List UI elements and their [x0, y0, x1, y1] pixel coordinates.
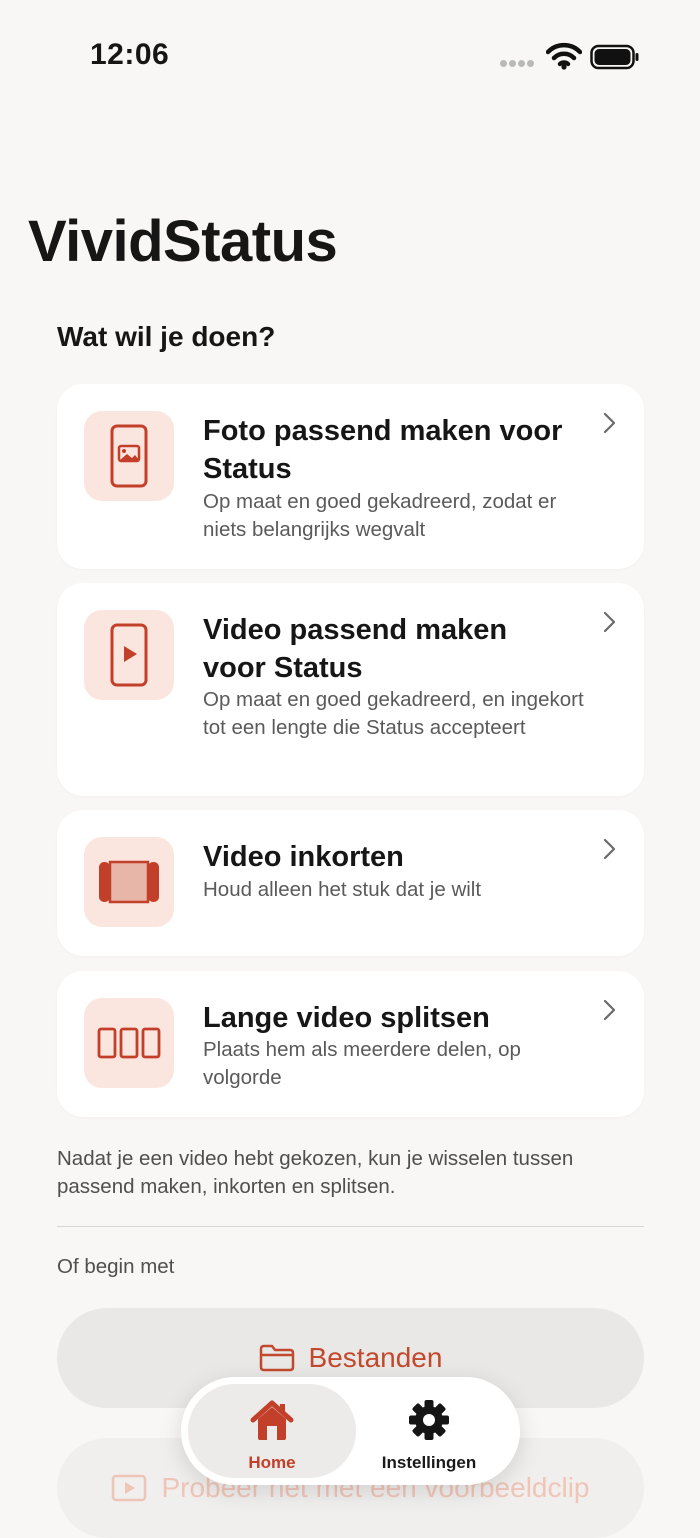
card-title: Foto passend maken voor Status — [203, 415, 563, 485]
cellular-signal-icon — [500, 60, 536, 68]
info-text: Nadat je een video hebt gekozen, kun je … — [57, 1147, 574, 1198]
split-icon — [97, 1027, 161, 1059]
divider — [57, 1226, 644, 1227]
video-trim-tile — [84, 837, 174, 927]
app-title: VividStatus — [28, 209, 338, 274]
wifi-icon — [546, 42, 582, 70]
card-description: Op maat en goed gekadreerd, zodat er nie… — [203, 490, 557, 541]
phone-video-icon — [110, 623, 148, 687]
play-rect-icon — [112, 1474, 147, 1502]
card-title: Lange video splitsen — [203, 1002, 490, 1034]
tab-settings[interactable]: Instellingen — [345, 1384, 513, 1478]
card-description: Plaats hem als meerdere delen, op volgor… — [203, 1038, 521, 1089]
card-video-trim[interactable]: Video inkorten Houd alleen het stuk dat … — [57, 810, 644, 956]
begin-label: Of begin met — [57, 1255, 175, 1278]
trim-icon — [99, 860, 159, 904]
card-video-split[interactable]: Lange video splitsen Plaats hem als meer… — [57, 971, 644, 1117]
tab-home[interactable]: Home — [188, 1384, 356, 1478]
card-video-fit[interactable]: Video passend maken voor Status Op maat … — [57, 583, 644, 796]
tab-bar: Home Instellingen — [181, 1377, 520, 1485]
gear-icon — [409, 1400, 449, 1440]
card-title: Video inkorten — [203, 841, 404, 873]
folder-icon — [259, 1344, 294, 1372]
status-time: 12:06 — [90, 38, 170, 71]
chevron-right-icon — [603, 611, 616, 633]
section-title: Wat wil je doen? — [57, 321, 276, 352]
battery-icon — [590, 44, 639, 70]
tab-settings-label: Instellingen — [381, 1453, 477, 1472]
chevron-right-icon — [603, 999, 616, 1021]
files-button-label: Bestanden — [308, 1342, 443, 1373]
chevron-right-icon — [603, 838, 616, 860]
video-fit-tile — [84, 610, 174, 700]
card-photo-fit[interactable]: Foto passend maken voor Status Op maat e… — [57, 384, 644, 569]
phone-photo-icon — [110, 424, 148, 488]
tab-home-label: Home — [248, 1453, 296, 1472]
chevron-right-icon — [603, 412, 616, 434]
status-bar: 12:06 — [0, 0, 700, 110]
card-description: Houd alleen het stuk dat je wilt — [203, 878, 482, 901]
card-description: Op maat en goed gekadreerd, en ingekort … — [203, 688, 584, 739]
home-icon — [250, 1400, 294, 1440]
photo-fit-tile — [84, 411, 174, 501]
video-split-tile — [84, 998, 174, 1088]
card-title: Video passend maken voor Status — [203, 614, 508, 684]
